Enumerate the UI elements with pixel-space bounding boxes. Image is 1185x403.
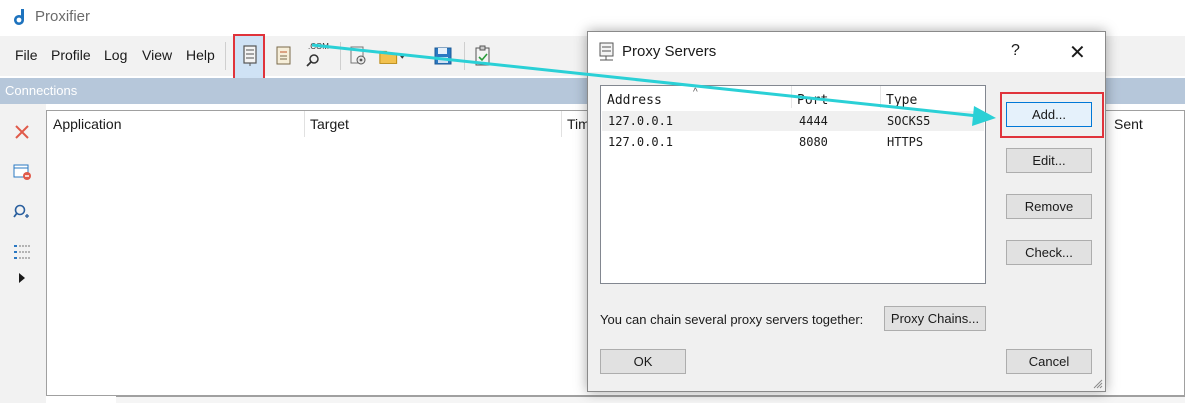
- column-divider[interactable]: [791, 86, 792, 108]
- status-strip: [116, 396, 1185, 403]
- proxifier-logo-icon: [14, 9, 24, 25]
- server-icon: [243, 45, 257, 66]
- proxy-port: 4444: [799, 114, 828, 128]
- expand-button[interactable]: [10, 266, 34, 290]
- find-button[interactable]: [10, 200, 34, 224]
- save-profile-button[interactable]: [429, 42, 457, 70]
- proxy-chains-button[interactable]: Proxy Chains...: [884, 306, 986, 331]
- column-divider[interactable]: [304, 111, 305, 137]
- column-type[interactable]: Type: [886, 93, 917, 108]
- column-divider[interactable]: [880, 86, 881, 108]
- chain-hint: You can chain several proxy servers toge…: [600, 312, 864, 327]
- menu-help[interactable]: Help: [186, 47, 215, 63]
- scroll-icon: [276, 46, 291, 65]
- proxy-servers-button[interactable]: [236, 42, 264, 70]
- toolbar-separator: [340, 42, 341, 70]
- proxy-address: 127.0.0.1: [608, 135, 674, 149]
- dialog-title-bar: Proxy Servers ? ✕: [588, 32, 1105, 72]
- triangle-right-icon: [19, 273, 25, 283]
- folder-open-icon: [379, 50, 406, 64]
- resize-grip-icon[interactable]: [1093, 379, 1103, 389]
- cancel-button[interactable]: Cancel: [1006, 349, 1092, 374]
- toolbar-separator: [464, 42, 465, 70]
- proxy-type: SOCKS5: [887, 114, 931, 128]
- close-button[interactable]: ✕: [1069, 40, 1086, 65]
- proxy-port: 8080: [799, 135, 828, 149]
- add-button[interactable]: Add...: [1006, 102, 1092, 127]
- advanced-button[interactable]: [345, 42, 373, 70]
- proxification-rules-button[interactable]: [270, 42, 298, 70]
- menu-log[interactable]: Log: [104, 47, 127, 63]
- ok-button[interactable]: OK: [600, 349, 686, 374]
- help-button[interactable]: ?: [1011, 42, 1020, 60]
- menu-profile[interactable]: Profile: [51, 47, 91, 63]
- proxy-server-list[interactable]: ^ Address Port Type 127.0.0.1 4444 SOCKS…: [600, 85, 986, 284]
- column-address[interactable]: Address: [607, 93, 662, 108]
- open-profile-button[interactable]: [378, 42, 406, 70]
- list-icon: [14, 245, 30, 259]
- close-connection-button[interactable]: [10, 120, 34, 144]
- edit-button[interactable]: Edit...: [1006, 148, 1092, 173]
- zoom-plus-icon: [13, 204, 29, 218]
- proxy-row[interactable]: 127.0.0.1 8080 HTTPS: [602, 132, 984, 152]
- gear-document-icon: [350, 46, 366, 65]
- window-remove-icon: [13, 164, 31, 180]
- close-red-icon: [15, 125, 29, 139]
- column-sent[interactable]: Sent: [1114, 116, 1143, 132]
- menu-file[interactable]: File: [15, 47, 38, 63]
- column-target[interactable]: Target: [310, 116, 349, 132]
- profile-check-button[interactable]: [469, 42, 497, 70]
- remove-button[interactable]: Remove: [1006, 194, 1092, 219]
- save-disk-icon: [434, 47, 452, 65]
- sort-ascending-icon: ^: [693, 87, 698, 98]
- proxy-row[interactable]: 127.0.0.1 4444 SOCKS5: [602, 111, 984, 131]
- proxy-address: 127.0.0.1: [608, 114, 674, 128]
- column-divider[interactable]: [561, 111, 562, 137]
- proxy-type: HTTPS: [887, 135, 924, 149]
- clipboard-check-icon: [475, 45, 490, 66]
- menu-view[interactable]: View: [142, 47, 172, 63]
- connections-label: Connections: [5, 83, 78, 98]
- left-toolbar: [0, 104, 46, 403]
- list-view-button[interactable]: [10, 240, 34, 264]
- check-button[interactable]: Check...: [1006, 240, 1092, 265]
- dns-badge: .COM: [308, 42, 329, 51]
- kill-window-button[interactable]: [10, 160, 34, 184]
- app-title: Proxifier: [35, 8, 91, 25]
- name-resolution-button[interactable]: .COM: [302, 42, 330, 70]
- dialog-title: Proxy Servers: [622, 43, 717, 60]
- toolbar-separator: [225, 42, 226, 70]
- column-port[interactable]: Port: [797, 93, 828, 108]
- server-icon: [599, 42, 614, 61]
- proxy-servers-dialog: Proxy Servers ? ✕ ^ Address Port Type 12…: [587, 31, 1106, 392]
- column-application[interactable]: Application: [53, 116, 122, 132]
